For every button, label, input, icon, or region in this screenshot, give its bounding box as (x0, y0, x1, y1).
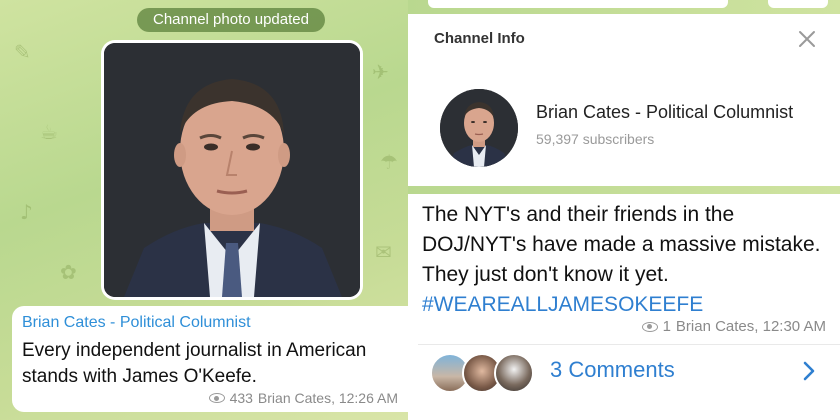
channel-avatar[interactable] (440, 89, 518, 167)
message-meta: 433 Brian Cates, 12:26 AM (208, 390, 398, 406)
message-signature: Brian Cates, 12:30 AM (675, 318, 826, 335)
eye-icon (208, 393, 225, 403)
subscriber-count: 59,397 subscribers (536, 131, 655, 147)
channel-photo[interactable] (104, 43, 360, 297)
background-doodle: ✉ (375, 240, 392, 264)
background-doodle: ✈ (372, 60, 389, 84)
close-icon[interactable] (798, 30, 816, 48)
channel-info-panel: Channel Info Brian Cates - Political Col… (408, 0, 840, 420)
message-text: The NYT's and their friends in the DOJ/N… (422, 200, 832, 320)
chat-background-strip (408, 186, 840, 194)
message-meta: 1 Brian Cates, 12:30 AM (641, 318, 826, 335)
chevron-right-icon[interactable] (802, 361, 816, 381)
background-doodle: ✿ (60, 260, 77, 284)
view-count: 433 (229, 390, 253, 406)
background-doodle: ✎ (14, 40, 31, 64)
channel-photo-message[interactable] (101, 40, 363, 300)
portrait-image (104, 43, 360, 297)
previous-bubble-edge (768, 0, 828, 8)
comments-button[interactable]: 3 Comments (418, 344, 840, 396)
channel-name: Brian Cates - Political Columnist (536, 102, 794, 122)
channel-message-bubble[interactable]: The NYT's and their friends in the DOJ/N… (418, 194, 840, 414)
background-doodle: ☂ (380, 150, 398, 174)
eye-icon (641, 321, 658, 332)
background-doodle: ♪ (20, 200, 33, 224)
avatar-portrait (440, 89, 518, 167)
channel-chat-panel: ✎ ☕ ♪ ✿ ✈ ☂ ✉ Channel photo updated Bria… (0, 0, 408, 420)
message-author[interactable]: Brian Cates - Political Columnist (22, 314, 398, 332)
channel-info-title: Channel Info (434, 30, 525, 47)
commenter-avatar (494, 353, 534, 393)
message-text: Every independent journalist in American… (22, 340, 367, 387)
channel-message-bubble[interactable]: Brian Cates - Political Columnist Every … (12, 306, 408, 412)
comments-label[interactable]: 3 Comments (550, 357, 675, 383)
message-body: The NYT's and their friends in the DOJ/N… (422, 203, 821, 286)
view-count: 1 (662, 318, 671, 335)
chat-background-strip (408, 0, 840, 14)
commenter-avatars (430, 353, 534, 393)
background-doodle: ☕ (40, 120, 58, 144)
channel-info-card: Channel Info Brian Cates - Political Col… (418, 14, 832, 184)
hashtag-link[interactable]: #WEAREALLJAMESOKEEFE (422, 293, 703, 316)
service-message: Channel photo updated (137, 8, 325, 32)
previous-bubble-edge (428, 0, 728, 8)
message-signature: Brian Cates, 12:26 AM (257, 390, 398, 406)
